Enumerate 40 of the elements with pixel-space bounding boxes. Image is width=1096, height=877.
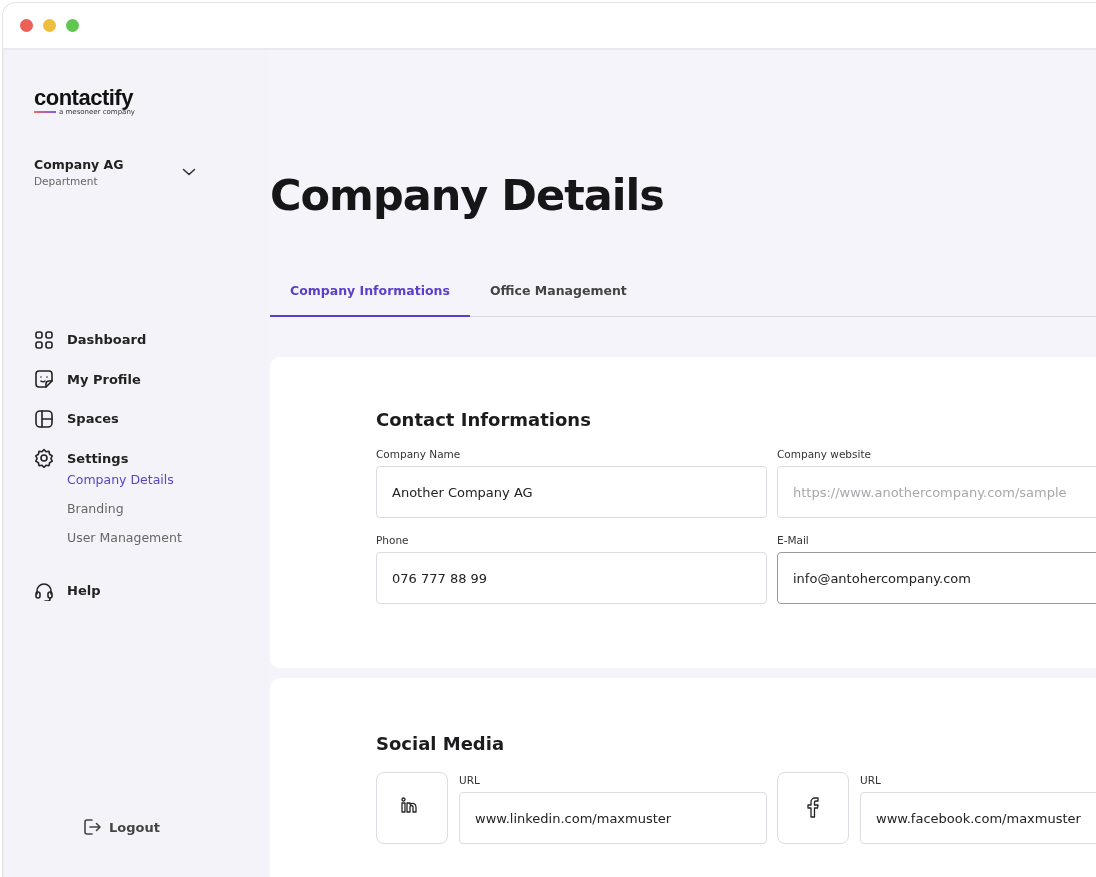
field-label: URL [459,774,481,786]
tab[interactable]: Office Management [469,283,647,317]
nav-item[interactable]: My Profile [34,359,268,399]
field-label: E-Mail [777,534,810,546]
input-field[interactable]: Another Company AG [376,466,767,518]
department-name: Department [34,175,99,187]
close-button[interactable] [20,19,33,32]
input-field[interactable]: info@antohercompany.com [777,552,1096,604]
input-field[interactable]: www.linkedin.com/maxmuster [459,792,767,844]
input-field[interactable]: https://www.anothercompany.com/sample [777,466,1096,518]
nav-subitem[interactable]: Branding [67,500,124,529]
account-switcher[interactable]: Company AG Department [34,157,196,187]
field-label: Company website [777,448,872,460]
page-title: Company Details [270,169,665,222]
field-label: Company Name [376,448,462,460]
maximize-button[interactable] [66,19,79,32]
company-name: Company AG [34,157,124,172]
input-field[interactable]: www.facebook.com/maxmuster [860,792,1096,844]
nav-item[interactable]: Help [34,571,268,611]
field-label: URL [860,774,882,786]
nav-item[interactable]: Dashboard [34,320,268,360]
smiley-sticker-icon [34,369,54,390]
logout-icon [83,818,101,836]
input-field[interactable]: 076 777 88 99 [376,552,767,604]
nav-item[interactable]: Spaces [34,399,268,439]
section-title: Contact Informations [376,409,592,430]
headset-icon [34,580,54,601]
minimize-button[interactable] [43,19,56,32]
logout-button[interactable]: Logout [83,818,160,836]
section-title: Social Media [376,733,506,754]
chevron-down-icon [182,168,196,176]
nav-subitem[interactable]: Company Details [67,471,174,500]
gradient-line [34,111,56,113]
logo: contactify [34,87,135,109]
grid-icon [34,329,54,350]
layout-icon [34,408,54,429]
nav-subitem[interactable]: User Management [67,529,182,558]
field-label: Phone [376,534,410,546]
settings-icon [34,448,54,469]
tab[interactable]: Company Informations [270,283,470,317]
